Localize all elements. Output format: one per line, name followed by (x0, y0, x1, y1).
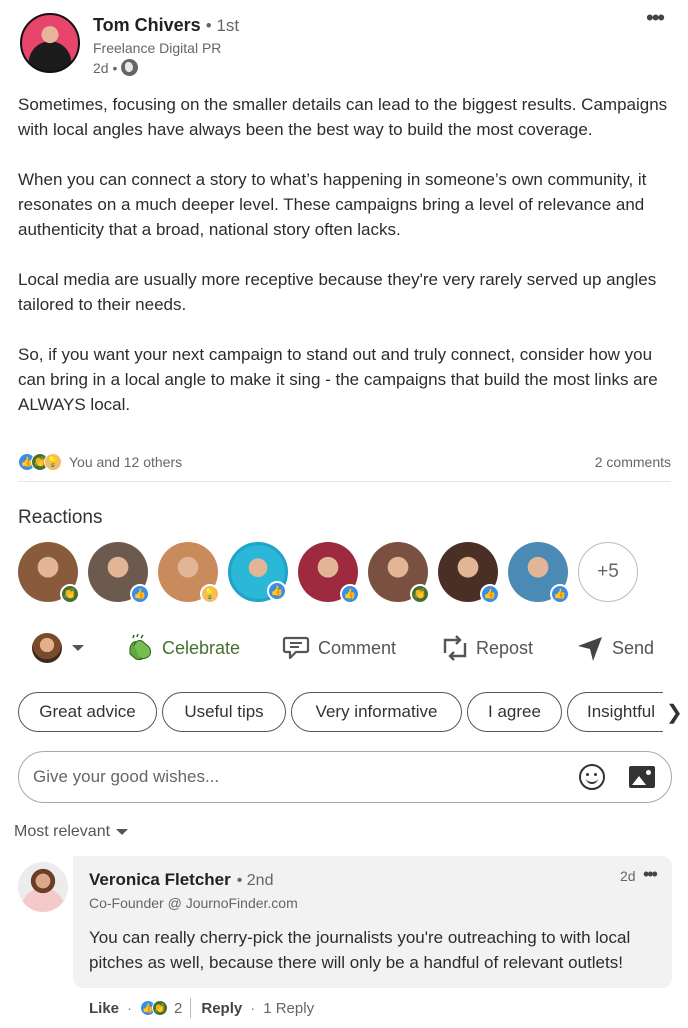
commenter-name-text[interactable]: Veronica Fletcher (89, 870, 231, 889)
like-icon: 👍 (480, 584, 500, 604)
globe-icon (121, 59, 139, 76)
insightful-icon: 💡 (44, 453, 62, 471)
comment-button[interactable]: Comment (282, 635, 396, 661)
sort-label: Most relevant (14, 823, 111, 840)
comment-reply-button[interactable]: Reply (201, 1000, 242, 1017)
comment-reaction-icons[interactable]: 👍 👏 (140, 1000, 169, 1016)
reactor-avatar[interactable]: 👍 (508, 542, 570, 604)
insightful-icon: 💡 (200, 584, 220, 604)
commenter-degree: • 2nd (236, 872, 274, 889)
repost-button[interactable]: Repost (442, 633, 533, 663)
send-button[interactable]: Send (576, 634, 654, 662)
post-meta: 2d • (93, 59, 139, 76)
like-icon: 👍 (130, 584, 150, 604)
post-body: Sometimes, focusing on the smaller detai… (18, 92, 668, 442)
social-counts: 👍 👏 💡 You and 12 others 2 comments (18, 452, 671, 472)
author-name-text[interactable]: Tom Chivers (93, 15, 201, 35)
separator-dot: · (127, 999, 133, 1017)
celebrate-icon: 👏 (410, 584, 430, 604)
post-time: 2d • (93, 59, 118, 76)
post-more-options-button[interactable]: ••• (646, 7, 665, 29)
comment-like-button[interactable]: Like (89, 1000, 119, 1017)
replies-count-link[interactable]: 1 Reply (263, 1000, 314, 1017)
separator-dot: · (250, 999, 256, 1017)
reactor-avatar[interactable]: 👏 (18, 542, 80, 604)
chevron-down-icon (116, 829, 129, 835)
like-icon: 👍 (340, 584, 360, 604)
celebrate-icon: 👏 (60, 584, 80, 604)
more-reactors-button[interactable]: +5 (578, 542, 638, 602)
reactor-avatar[interactable]: 👍 (298, 542, 360, 604)
quick-reply-very-informative[interactable]: Very informative (291, 692, 462, 732)
reactor-avatar[interactable]: 💡 (158, 542, 220, 604)
action-bar: Celebrate Comment Repost Send (18, 628, 671, 668)
comment-more-options-button[interactable]: ••• (643, 864, 658, 885)
divider (190, 998, 192, 1018)
quick-reply-clip: Insightful (567, 692, 663, 732)
divider (18, 481, 671, 482)
author-avatar[interactable] (20, 13, 80, 73)
author-name[interactable]: Tom Chivers • 1st (93, 15, 239, 36)
image-icon[interactable] (629, 766, 655, 788)
post-paragraph: When you can connect a story to what’s h… (18, 170, 647, 239)
comment-text: You can really cherry-pick the journalis… (89, 928, 631, 972)
celebrate-icon (129, 634, 152, 661)
comment-input-box (18, 751, 672, 803)
commenter-name[interactable]: Veronica Fletcher • 2nd (89, 870, 273, 890)
my-avatar (32, 633, 62, 663)
emoji-icon[interactable] (579, 764, 605, 790)
comment-footer: Like · 👍 👏 2 Reply · 1 Reply (89, 998, 314, 1018)
comment-icon (282, 636, 310, 660)
reactor-avatar[interactable]: 👏 (368, 542, 430, 604)
comment-label: Comment (318, 637, 397, 658)
reactor-avatar[interactable]: 👍 (228, 542, 288, 602)
repost-label: Repost (476, 637, 534, 658)
quick-reply-great-advice[interactable]: Great advice (18, 692, 157, 732)
commenter-headline: Co-Founder @ JournoFinder.com (89, 895, 298, 911)
quick-reply-insightful[interactable]: Insightful (567, 692, 663, 732)
comments-count[interactable]: 2 comments (595, 454, 671, 470)
chevron-right-icon[interactable]: ❯ (666, 700, 683, 725)
comment-input[interactable] (33, 767, 579, 787)
like-icon: 👍 (550, 584, 570, 604)
comment-time: 2d (620, 868, 636, 884)
reaction-icons[interactable]: 👍 👏 💡 (18, 453, 62, 471)
chevron-down-icon (72, 645, 84, 651)
post-paragraph: Sometimes, focusing on the smaller detai… (18, 95, 668, 139)
sort-dropdown[interactable]: Most relevant (14, 823, 129, 841)
reactor-avatar[interactable]: 👍 (438, 542, 500, 604)
send-icon (578, 637, 602, 661)
reactions-title: Reactions (18, 507, 103, 528)
reactions-count[interactable]: You and 12 others (69, 454, 182, 470)
post-paragraph: So, if you want your next campaign to st… (18, 345, 658, 414)
celebrate-label: Celebrate (162, 637, 241, 658)
connection-degree: • 1st (205, 16, 240, 35)
like-icon: 👍 (267, 581, 287, 601)
celebrate-icon: 👏 (152, 1000, 169, 1016)
commenter-avatar[interactable] (18, 862, 68, 912)
reactor-avatar[interactable]: 👍 (88, 542, 150, 604)
reaction-as-selector[interactable] (18, 633, 84, 663)
author-headline: Freelance Digital PR (93, 40, 222, 56)
repost-icon (443, 635, 467, 661)
send-label: Send (612, 637, 655, 658)
post-paragraph: Local media are usually more receptive b… (18, 270, 657, 314)
celebrate-button[interactable]: Celebrate (124, 634, 240, 662)
quick-reply-useful-tips[interactable]: Useful tips (162, 692, 286, 732)
quick-reply-i-agree[interactable]: I agree (467, 692, 562, 732)
comment-reaction-count[interactable]: 2 (174, 1000, 182, 1017)
